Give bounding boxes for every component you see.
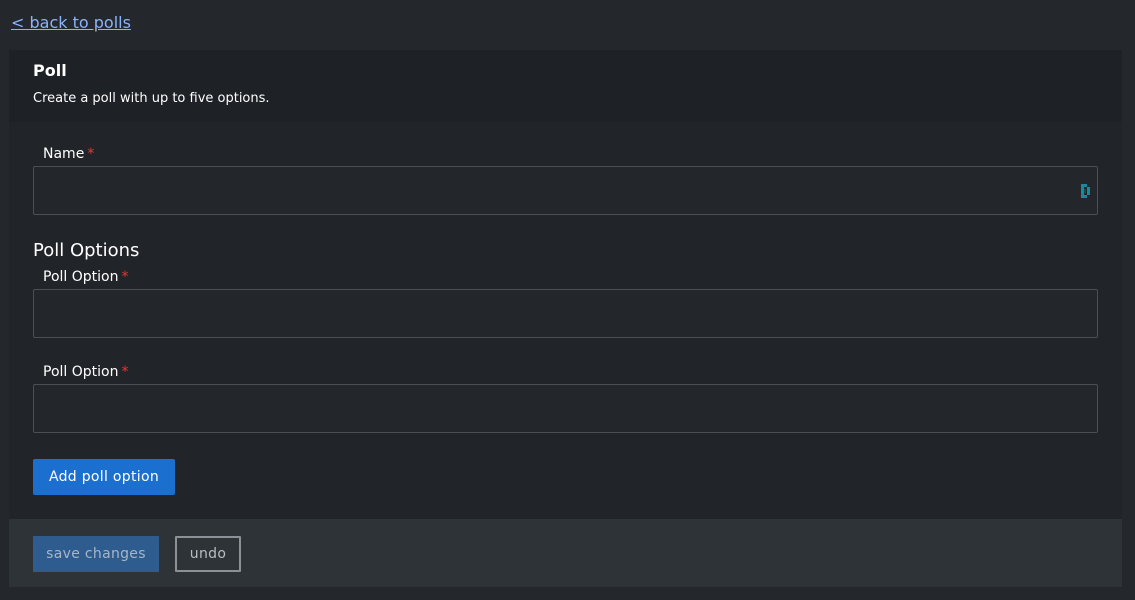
card-footer: save changes undo (9, 519, 1122, 587)
poll-option-1-label: Poll Option * (43, 268, 128, 286)
name-label: Name * (43, 145, 94, 163)
name-label-text: Name (43, 146, 85, 162)
card-subtitle: Create a poll with up to five options. (33, 91, 270, 106)
password-manager-icon[interactable] (1081, 184, 1091, 198)
required-marker: * (121, 269, 129, 285)
save-changes-button[interactable]: save changes (33, 536, 159, 572)
poll-card: Poll Create a poll with up to five optio… (9, 50, 1122, 587)
back-to-polls-link[interactable]: < back to polls (11, 12, 131, 34)
poll-option-2-input[interactable] (33, 384, 1098, 433)
card-title: Poll (33, 61, 67, 80)
undo-button[interactable]: undo (175, 536, 241, 572)
name-input[interactable] (33, 166, 1098, 215)
required-marker: * (121, 364, 129, 380)
poll-option-1-label-text: Poll Option (43, 269, 119, 285)
poll-option-2-label-text: Poll Option (43, 364, 119, 380)
poll-option-2-label: Poll Option * (43, 363, 128, 381)
required-marker: * (87, 146, 95, 162)
add-poll-option-button[interactable]: Add poll option (33, 459, 175, 495)
poll-options-heading: Poll Options (33, 240, 140, 261)
card-header: Poll Create a poll with up to five optio… (9, 50, 1122, 122)
poll-option-1-input[interactable] (33, 289, 1098, 338)
